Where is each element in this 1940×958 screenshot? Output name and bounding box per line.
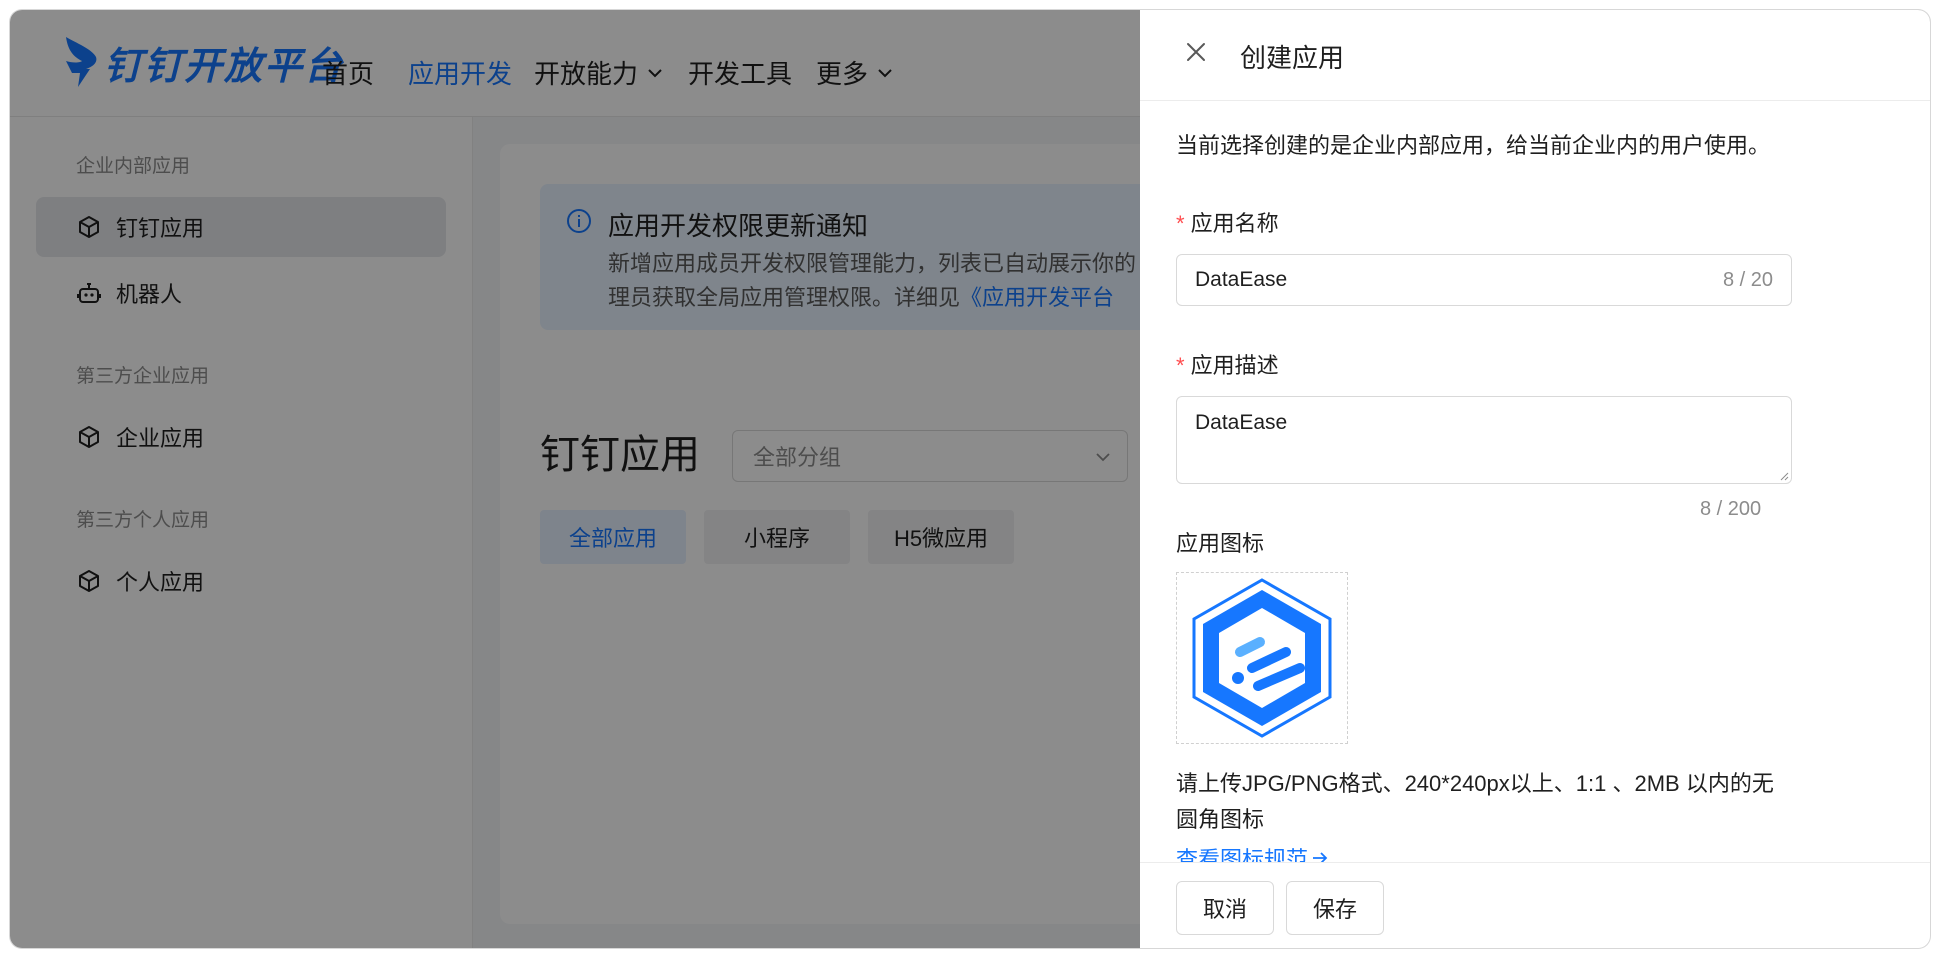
create-app-drawer: 创建应用 当前选择创建的是企业内部应用，给当前企业内的用户使用。 * 应用名称 D… [1140,10,1930,948]
app-desc-label: * 应用描述 [1176,348,1279,380]
app-name-input[interactable]: DataEase 8 / 20 [1176,254,1792,306]
drawer-header: 创建应用 [1140,10,1930,101]
browser-window: 钉钉开放平台 首页 应用开发 开放能力 开发工具 更多 企业内部应用 钉钉应用 … [10,10,1930,948]
app-desc-textarea[interactable]: DataEase [1176,396,1792,484]
drawer-footer: 取消 保存 [1140,862,1930,948]
drawer-intro: 当前选择创建的是企业内部应用，给当前企业内的用户使用。 [1176,133,1771,158]
app-name-label: * 应用名称 [1176,206,1279,238]
app-desc-value: DataEase [1195,411,1288,434]
resize-handle-icon[interactable] [1779,471,1789,481]
app-desc-counter: 8 / 200 [1700,498,1762,520]
app-icon-label: 应用图标 [1176,531,1265,556]
app-icon-upload[interactable] [1176,572,1348,744]
close-icon[interactable] [1180,36,1212,68]
app-desc-label-text: 应用描述 [1190,353,1279,378]
app-name-value: DataEase [1195,268,1288,291]
icon-upload-hint-line-2: 圆角图标 [1176,807,1265,832]
app-name-counter: 8 / 20 [1722,268,1773,291]
app-name-label-text: 应用名称 [1190,211,1279,236]
required-mark: * [1176,211,1185,236]
required-mark: * [1176,353,1185,378]
save-button[interactable]: 保存 [1286,881,1384,935]
cancel-button[interactable]: 取消 [1176,881,1274,935]
icon-upload-hint: 请上传JPG/PNG格式、240*240px以上、1:1 、2MB 以内的无 圆… [1176,766,1796,838]
drawer-title: 创建应用 [1240,43,1345,73]
dataease-logo-icon [1192,578,1332,738]
icon-upload-hint-line-1: 请上传JPG/PNG格式、240*240px以上、1:1 、2MB 以内的无 [1176,771,1774,796]
screen: 钉钉开放平台 首页 应用开发 开放能力 开发工具 更多 企业内部应用 钉钉应用 … [0,0,1940,958]
